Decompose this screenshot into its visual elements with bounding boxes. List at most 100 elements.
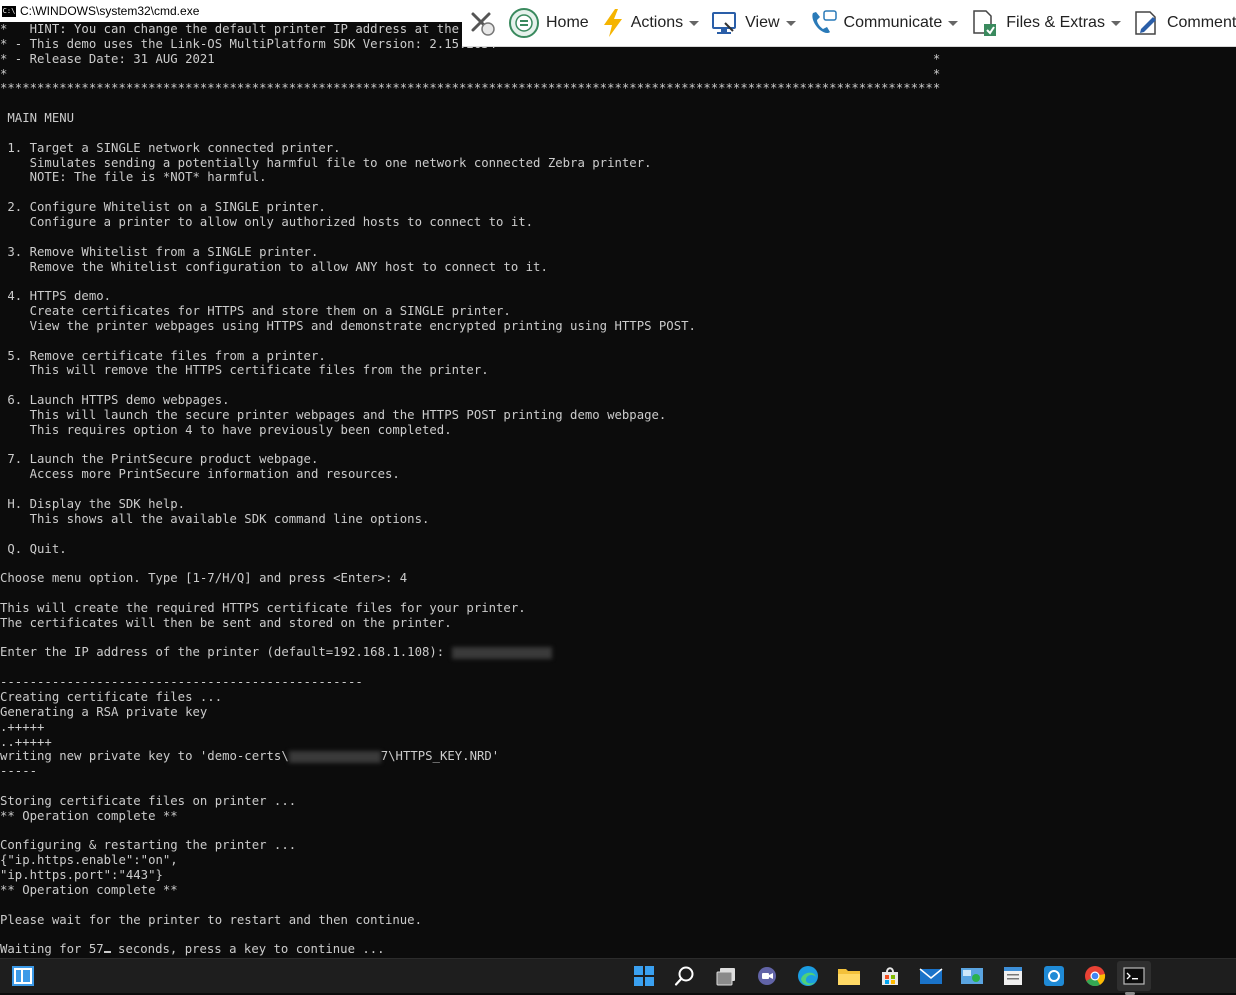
comment-icon bbox=[1135, 11, 1156, 35]
notepad-button[interactable] bbox=[1000, 963, 1026, 989]
console-line: Remove the Whitelist configuration to al… bbox=[0, 259, 548, 274]
edge-button[interactable] bbox=[795, 963, 821, 989]
console-line: * - Release Date: 31 AUG 2021 * bbox=[0, 51, 941, 66]
key-path-line: writing new private key to 'demo-certs\ 7… bbox=[0, 749, 1236, 764]
redacted-ip bbox=[451, 646, 552, 659]
console-line: {"ip.https.enable":"on", bbox=[0, 853, 178, 868]
wait-countdown: Waiting for 57 bbox=[0, 942, 104, 957]
disconnect-button[interactable] bbox=[462, 0, 502, 46]
search-icon bbox=[674, 966, 694, 986]
windows-taskbar bbox=[0, 958, 1236, 995]
chevron-down-icon bbox=[689, 20, 700, 26]
mail-button[interactable] bbox=[918, 963, 944, 989]
text-cursor bbox=[103, 951, 111, 954]
wait-suffix: seconds, press a key to continue ... bbox=[110, 942, 385, 957]
teams-chat-button[interactable] bbox=[754, 963, 780, 989]
console-line: Create certificates for HTTPS and store … bbox=[0, 304, 511, 319]
file-explorer-button[interactable] bbox=[836, 963, 862, 989]
console-output[interactable]: * HINT: You can change the default print… bbox=[0, 22, 1236, 958]
console-line: Please wait for the printer to restart a… bbox=[0, 912, 422, 927]
toolbar-label-communicate: Communicate bbox=[843, 14, 943, 31]
phone-icon bbox=[811, 10, 837, 34]
console-line: "ip.https.port":"443"} bbox=[0, 868, 163, 883]
remote-support-button[interactable] bbox=[1041, 963, 1067, 989]
mail-icon bbox=[919, 968, 943, 984]
console-line: ----------------------------------------… bbox=[0, 675, 363, 690]
remote-session-toolbar: Home Actions View Communicate Files & Ex… bbox=[462, 0, 1236, 47]
console-line: This shows all the available SDK command… bbox=[0, 511, 430, 526]
terminal-button[interactable] bbox=[1117, 961, 1151, 995]
console-line: * * bbox=[0, 66, 941, 81]
home-button[interactable]: Home bbox=[502, 0, 595, 46]
terminal-icon bbox=[1123, 967, 1145, 985]
console-line: H. Display the SDK help. bbox=[0, 497, 186, 511]
console-line: 2. Configure Whitelist on a SINGLE print… bbox=[0, 200, 326, 215]
remote-support-icon bbox=[1044, 966, 1064, 986]
store-button[interactable] bbox=[877, 963, 903, 989]
toolbar-label-comment: Comment bbox=[1166, 14, 1236, 31]
chevron-down-icon bbox=[948, 20, 959, 26]
task-view-button[interactable] bbox=[713, 963, 739, 989]
console-line: 4. HTTPS demo. bbox=[0, 289, 112, 304]
toolbar-label-files-extras: Files & Extras bbox=[1006, 14, 1105, 31]
actions-menu[interactable]: Actions bbox=[595, 0, 705, 46]
chevron-down-icon bbox=[785, 20, 796, 26]
view-menu[interactable]: View bbox=[705, 0, 801, 46]
key-path-prefix: writing new private key to 'demo-certs\ bbox=[0, 749, 289, 764]
window-title: C:\WINDOWS\system32\cmd.exe bbox=[20, 4, 200, 18]
windows-logo-icon bbox=[634, 966, 654, 986]
console-line: 7. Launch the PrintSecure product webpag… bbox=[0, 452, 319, 467]
disconnect-icon bbox=[471, 12, 495, 36]
communicate-menu[interactable]: Communicate bbox=[802, 0, 965, 46]
file-explorer-icon bbox=[838, 969, 860, 985]
console-line: ..+++++ bbox=[0, 734, 52, 749]
notepad-icon bbox=[1004, 967, 1022, 985]
console-line: NOTE: The file is *NOT* harmful. bbox=[0, 170, 267, 185]
chrome-button[interactable] bbox=[1082, 963, 1108, 989]
key-path-suffix: 7\HTTPS_KEY.NRD' bbox=[380, 749, 500, 764]
chevron-down-icon bbox=[1110, 20, 1121, 26]
redacted-ip bbox=[288, 750, 381, 763]
start-button[interactable] bbox=[631, 963, 657, 989]
cmd-icon: C:\ bbox=[2, 5, 16, 17]
console-line: Storing certificate files on printer ... bbox=[0, 793, 297, 808]
ip-prompt-text: Enter the IP address of the printer (def… bbox=[0, 645, 452, 660]
console-line: 1. Target a SINGLE network connected pri… bbox=[0, 140, 341, 155]
toolbar-label-actions: Actions bbox=[630, 14, 684, 31]
control-panel-icon bbox=[961, 968, 983, 984]
task-view-icon bbox=[716, 968, 735, 986]
console-line: Configure a printer to allow only author… bbox=[0, 214, 534, 229]
show-desktop-button[interactable] bbox=[10, 963, 36, 989]
wait-line: Waiting for 57 seconds, press a key to c… bbox=[0, 942, 1236, 957]
console-line: This will remove the HTTPS certificate f… bbox=[0, 363, 489, 378]
console-line: Configuring & restarting the printer ... bbox=[0, 838, 297, 853]
console-line: ****************************************… bbox=[0, 81, 941, 96]
console-line: This will launch the secure printer webp… bbox=[0, 407, 667, 422]
console-line: View the printer webpages using HTTPS an… bbox=[0, 318, 696, 333]
console-line: Choose menu option. Type [1-7/H/Q] and p… bbox=[0, 571, 408, 586]
files-icon bbox=[973, 10, 997, 36]
console-line: This requires option 4 to have previousl… bbox=[0, 422, 452, 437]
window-title-bar[interactable]: C:\ C:\WINDOWS\system32\cmd.exe bbox=[0, 0, 470, 22]
control-panel-button[interactable] bbox=[959, 963, 985, 989]
toolbar-label-home: Home bbox=[546, 14, 589, 31]
search-button[interactable] bbox=[672, 963, 698, 989]
comment-button[interactable]: Comment bbox=[1127, 0, 1236, 46]
ip-prompt-line: Enter the IP address of the printer (def… bbox=[0, 645, 1236, 660]
edge-browser-icon bbox=[798, 966, 818, 986]
files-extras-menu[interactable]: Files & Extras bbox=[964, 0, 1127, 46]
